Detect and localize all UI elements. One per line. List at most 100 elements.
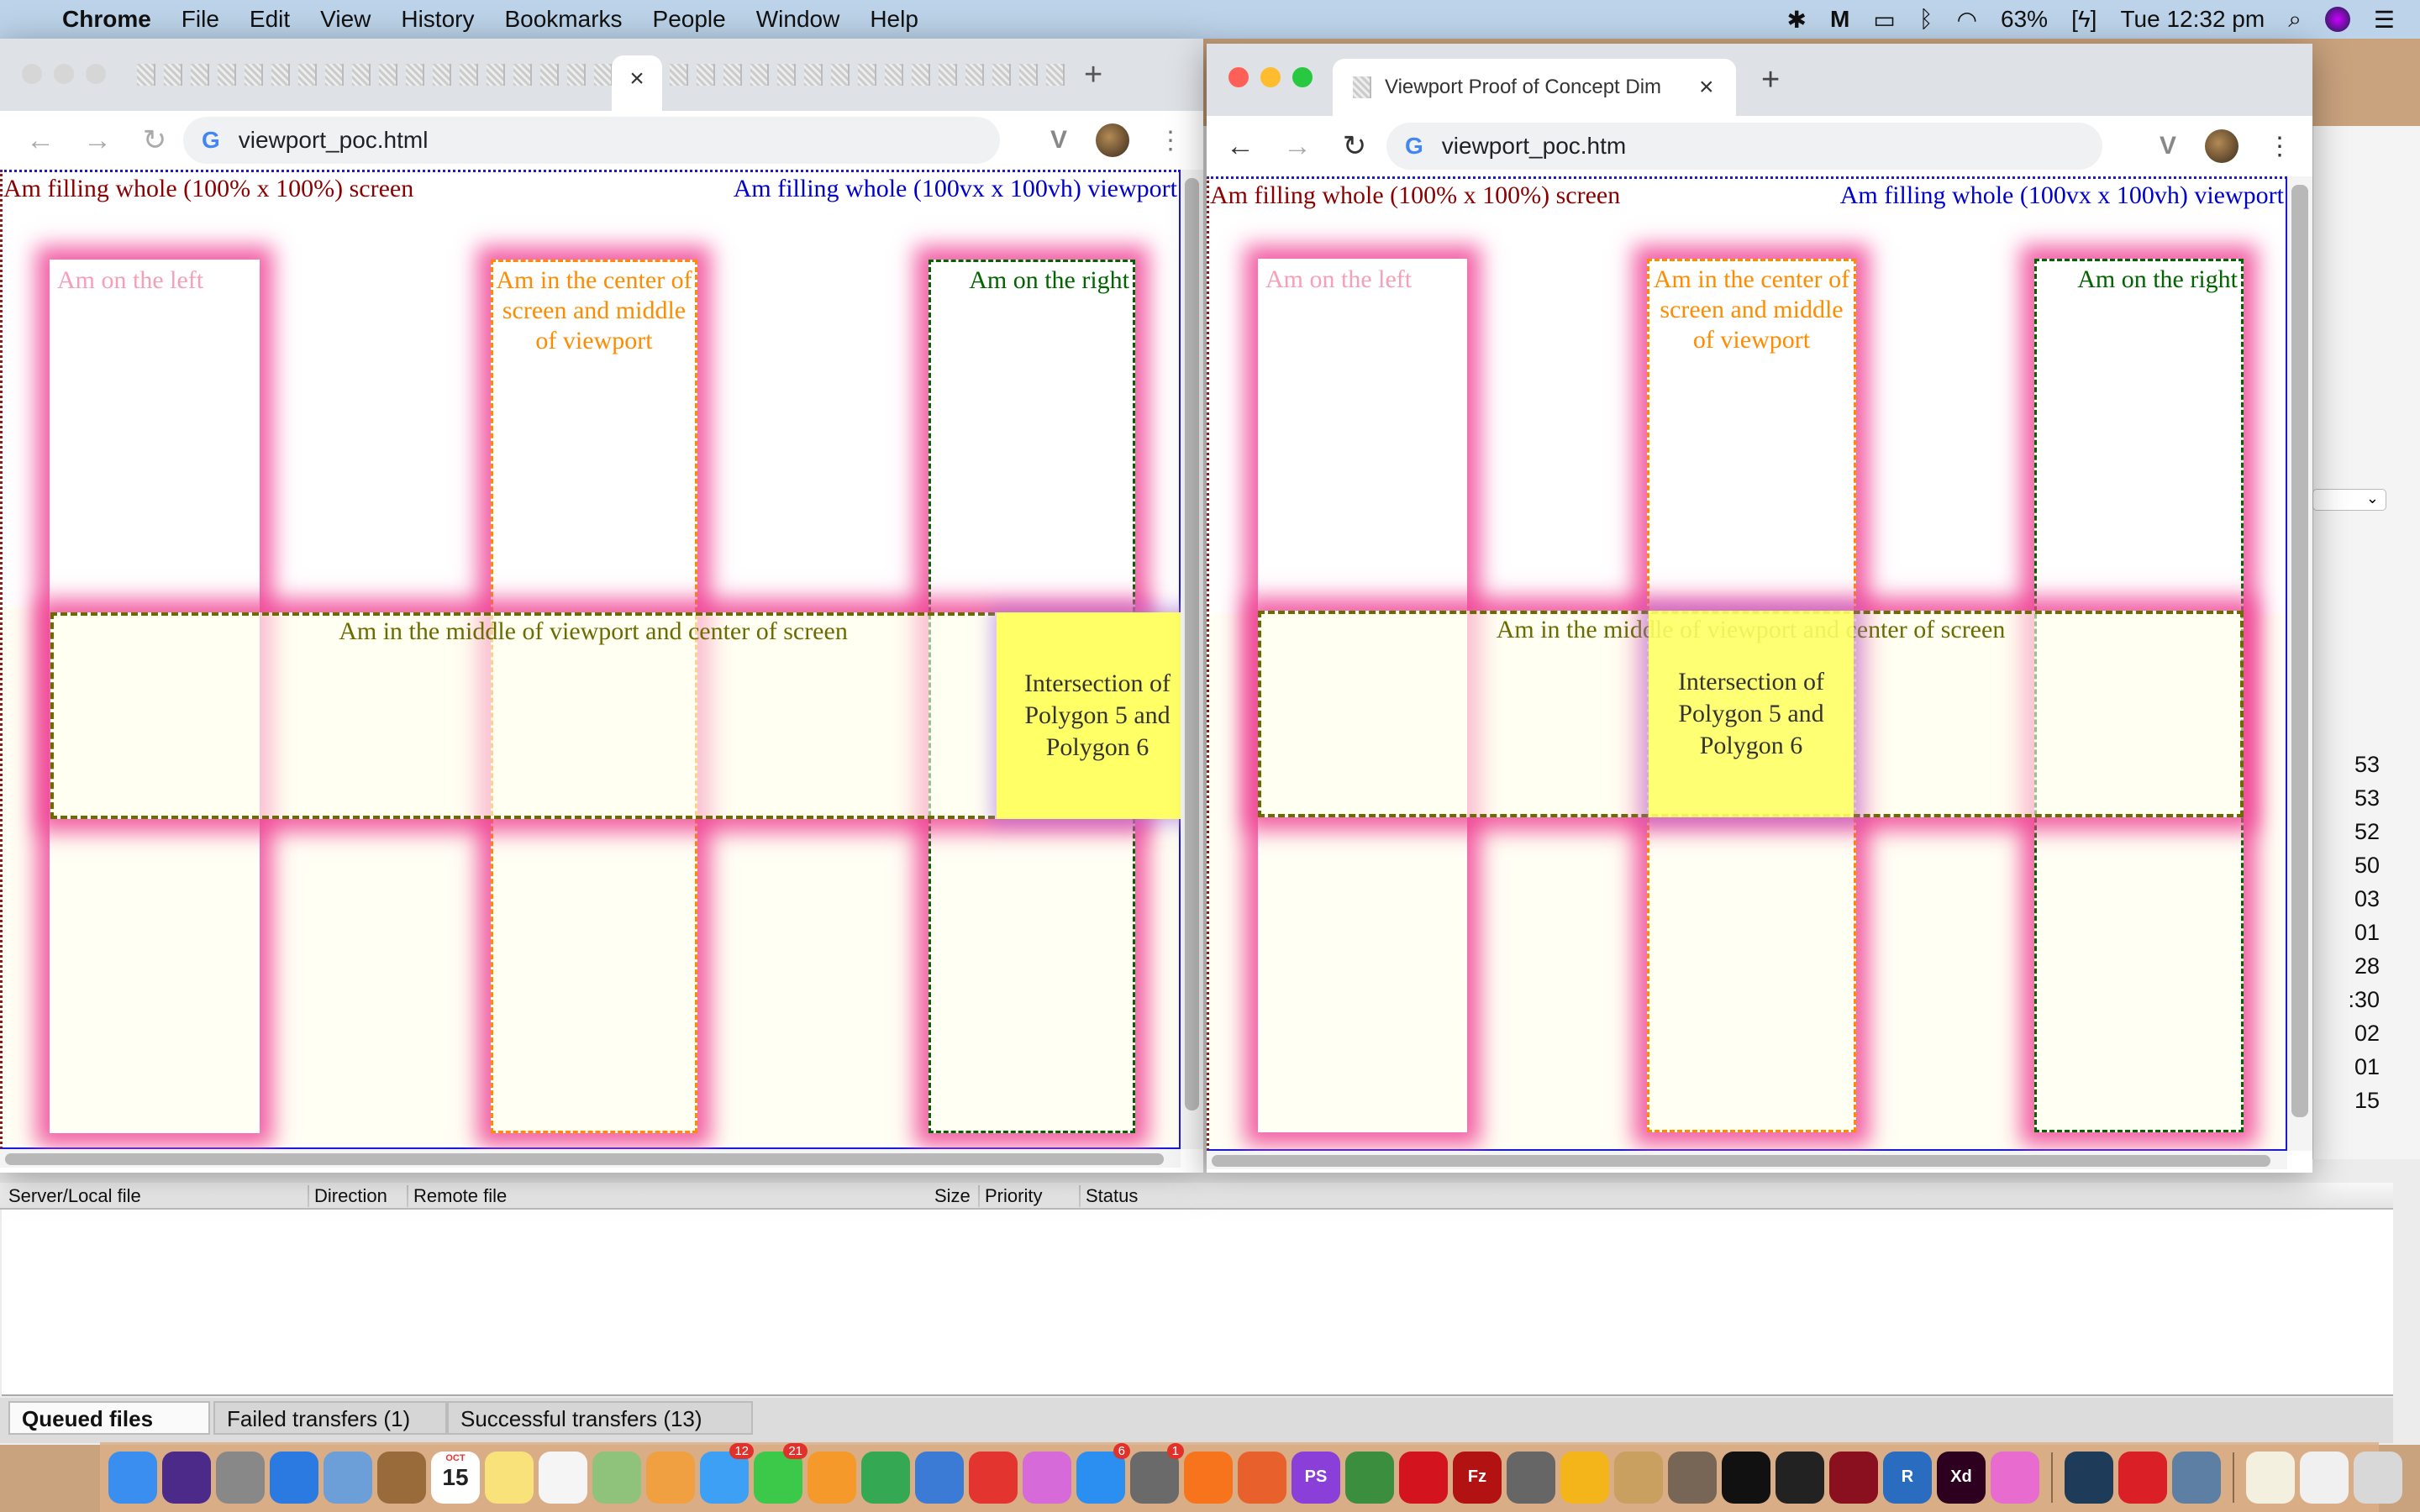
photo-booth-icon[interactable] [1829, 1451, 1878, 1504]
tab-favicon-icon[interactable] [670, 64, 688, 86]
avast-icon[interactable]: ✱ [1787, 6, 1807, 34]
remote-path-dropdown[interactable]: ⌄ [2312, 489, 2386, 511]
r-icon[interactable]: R [1883, 1451, 1932, 1504]
system-preferences-icon[interactable]: 1 [1130, 1442, 1184, 1504]
scrollbar-thumb[interactable] [2291, 185, 2308, 1117]
quicktime-icon[interactable] [2065, 1451, 2113, 1504]
minimize-window-button[interactable] [54, 64, 74, 84]
tab-favicon-icon[interactable] [513, 64, 532, 86]
tab-favicon-icon[interactable] [379, 64, 397, 86]
sketch-icon[interactable] [1991, 1451, 2039, 1504]
tab-favicon-icon[interactable] [460, 64, 478, 86]
chrome-menu-button[interactable]: ⋮ [1158, 126, 1183, 155]
battery-charging-icon[interactable]: [ϟ] [2071, 6, 2096, 33]
tab-favicon-icon[interactable] [325, 64, 344, 86]
close-window-button[interactable] [1228, 67, 1249, 87]
vertical-scrollbar[interactable] [1181, 170, 1203, 1149]
tab-favicon-icon[interactable] [750, 64, 769, 86]
back-button[interactable]: ← [24, 124, 57, 157]
zoom-window-button[interactable] [1292, 67, 1313, 87]
facetime-icon[interactable]: 21 [754, 1442, 808, 1504]
vivaldi-extension-icon[interactable]: V [1050, 126, 1067, 155]
tab-favicon-icon[interactable] [723, 64, 742, 86]
tab-favicon-icon[interactable] [885, 64, 903, 86]
profile-avatar[interactable] [1096, 123, 1129, 157]
scrollbar-thumb[interactable] [5, 1153, 1164, 1165]
zoom-window-button[interactable] [86, 64, 106, 84]
chrome-menu-button[interactable]: ⋮ [2267, 132, 2292, 161]
menu-edit[interactable]: Edit [250, 6, 290, 33]
tab-title[interactable]: Viewport Proof of Concept Dim [1385, 76, 1696, 99]
column-status[interactable]: Status [1079, 1185, 1138, 1207]
messages-icon[interactable]: 12 [700, 1442, 754, 1504]
tab-favicon-icon[interactable] [1046, 64, 1065, 86]
url-text[interactable]: viewport_poc.html [239, 127, 429, 154]
document-stack-icon[interactable] [2246, 1451, 2295, 1504]
tab-failed-transfers[interactable]: Failed transfers (1) [213, 1401, 447, 1435]
battery-percent[interactable]: 63% [2001, 6, 2048, 33]
tab-favicon-icon[interactable] [433, 64, 451, 86]
tab-favicon-icon[interactable] [804, 64, 823, 86]
tab-favicon-icon[interactable] [191, 64, 209, 86]
contacts-icon[interactable] [377, 1451, 426, 1504]
address-bar[interactable]: G viewport_poc.htm [1386, 123, 2102, 170]
menu-help[interactable]: Help [870, 6, 918, 33]
active-tab[interactable]: Viewport Proof of Concept Dim × [1333, 59, 1736, 116]
close-tab-icon[interactable]: × [1699, 73, 1714, 102]
scrollbar-thumb[interactable] [1212, 1155, 2270, 1167]
column-remote-file[interactable]: Remote file [407, 1185, 507, 1207]
photos-icon[interactable] [646, 1451, 695, 1504]
coda-icon[interactable] [1560, 1451, 1609, 1504]
tab-favicon-icon[interactable] [858, 64, 876, 86]
airplay-icon[interactable]: ▭ [1873, 6, 1895, 34]
profile-avatar[interactable] [2205, 129, 2238, 163]
tab-favicon-icon[interactable] [1019, 64, 1038, 86]
tab-favicon-icon[interactable] [965, 64, 984, 86]
url-text[interactable]: viewport_poc.htm [1442, 133, 1626, 160]
opera-icon[interactable] [1399, 1451, 1448, 1504]
malwarebytes-icon[interactable]: M [1830, 6, 1849, 33]
reminders-icon[interactable] [539, 1451, 587, 1504]
paint-icon[interactable] [1614, 1451, 1663, 1504]
menu-app-name[interactable]: Chrome [62, 6, 151, 33]
tab-successful-transfers[interactable]: Successful transfers (13) [447, 1401, 753, 1435]
gimp-icon[interactable] [1668, 1451, 1717, 1504]
numbers-icon[interactable] [861, 1451, 910, 1504]
calendar-icon[interactable]: OCT 15 [431, 1451, 480, 1504]
horizontal-scrollbar[interactable] [1207, 1151, 2287, 1169]
wifi-icon[interactable]: ◠ [1957, 6, 1977, 34]
tab-favicon-icon[interactable] [939, 64, 957, 86]
bluetooth-icon[interactable]: ᛒ [1919, 6, 1933, 33]
launchpad-icon[interactable] [216, 1451, 265, 1504]
phpstorm-icon[interactable]: PS [1292, 1451, 1340, 1504]
menu-file[interactable]: File [182, 6, 219, 33]
close-tab-icon[interactable]: × [629, 65, 644, 92]
tab-favicon-icon[interactable] [567, 64, 586, 86]
filezilla-icon[interactable]: Fz [1453, 1451, 1502, 1504]
tab-queued-files[interactable]: Queued files [8, 1401, 210, 1435]
tab-favicon-icon[interactable] [777, 64, 796, 86]
inkscape-icon[interactable] [1776, 1451, 1824, 1504]
notes-icon[interactable] [485, 1451, 534, 1504]
siri-icon[interactable] [2324, 7, 2350, 32]
tab-favicon-icon[interactable] [352, 64, 371, 86]
app-store-icon[interactable]: 6 [1076, 1442, 1130, 1504]
spotlight-search-icon[interactable]: ⌕ [2288, 6, 2302, 34]
reload-button[interactable]: ↻ [138, 123, 171, 157]
finder-icon[interactable] [108, 1451, 157, 1504]
horizontal-scrollbar[interactable] [0, 1149, 1181, 1168]
vivaldi-extension-icon[interactable]: V [2160, 132, 2176, 160]
forward-button[interactable]: → [81, 124, 114, 157]
terminal-icon[interactable] [1722, 1451, 1770, 1504]
clock[interactable]: Tue 12:32 pm [2120, 6, 2265, 33]
pages-icon[interactable] [808, 1451, 856, 1504]
close-window-button[interactable] [22, 64, 42, 84]
adobe-xd-icon[interactable]: Xd [1937, 1451, 1986, 1504]
active-tab[interactable]: × [612, 55, 662, 111]
forward-button[interactable]: → [1281, 130, 1314, 163]
reload-button[interactable]: ↻ [1338, 129, 1371, 163]
new-tab-button[interactable]: + [1761, 62, 1780, 98]
transfer-queue-list[interactable] [2, 1210, 2393, 1396]
column-direction[interactable]: Direction [308, 1185, 387, 1207]
keynote-icon[interactable] [915, 1451, 964, 1504]
